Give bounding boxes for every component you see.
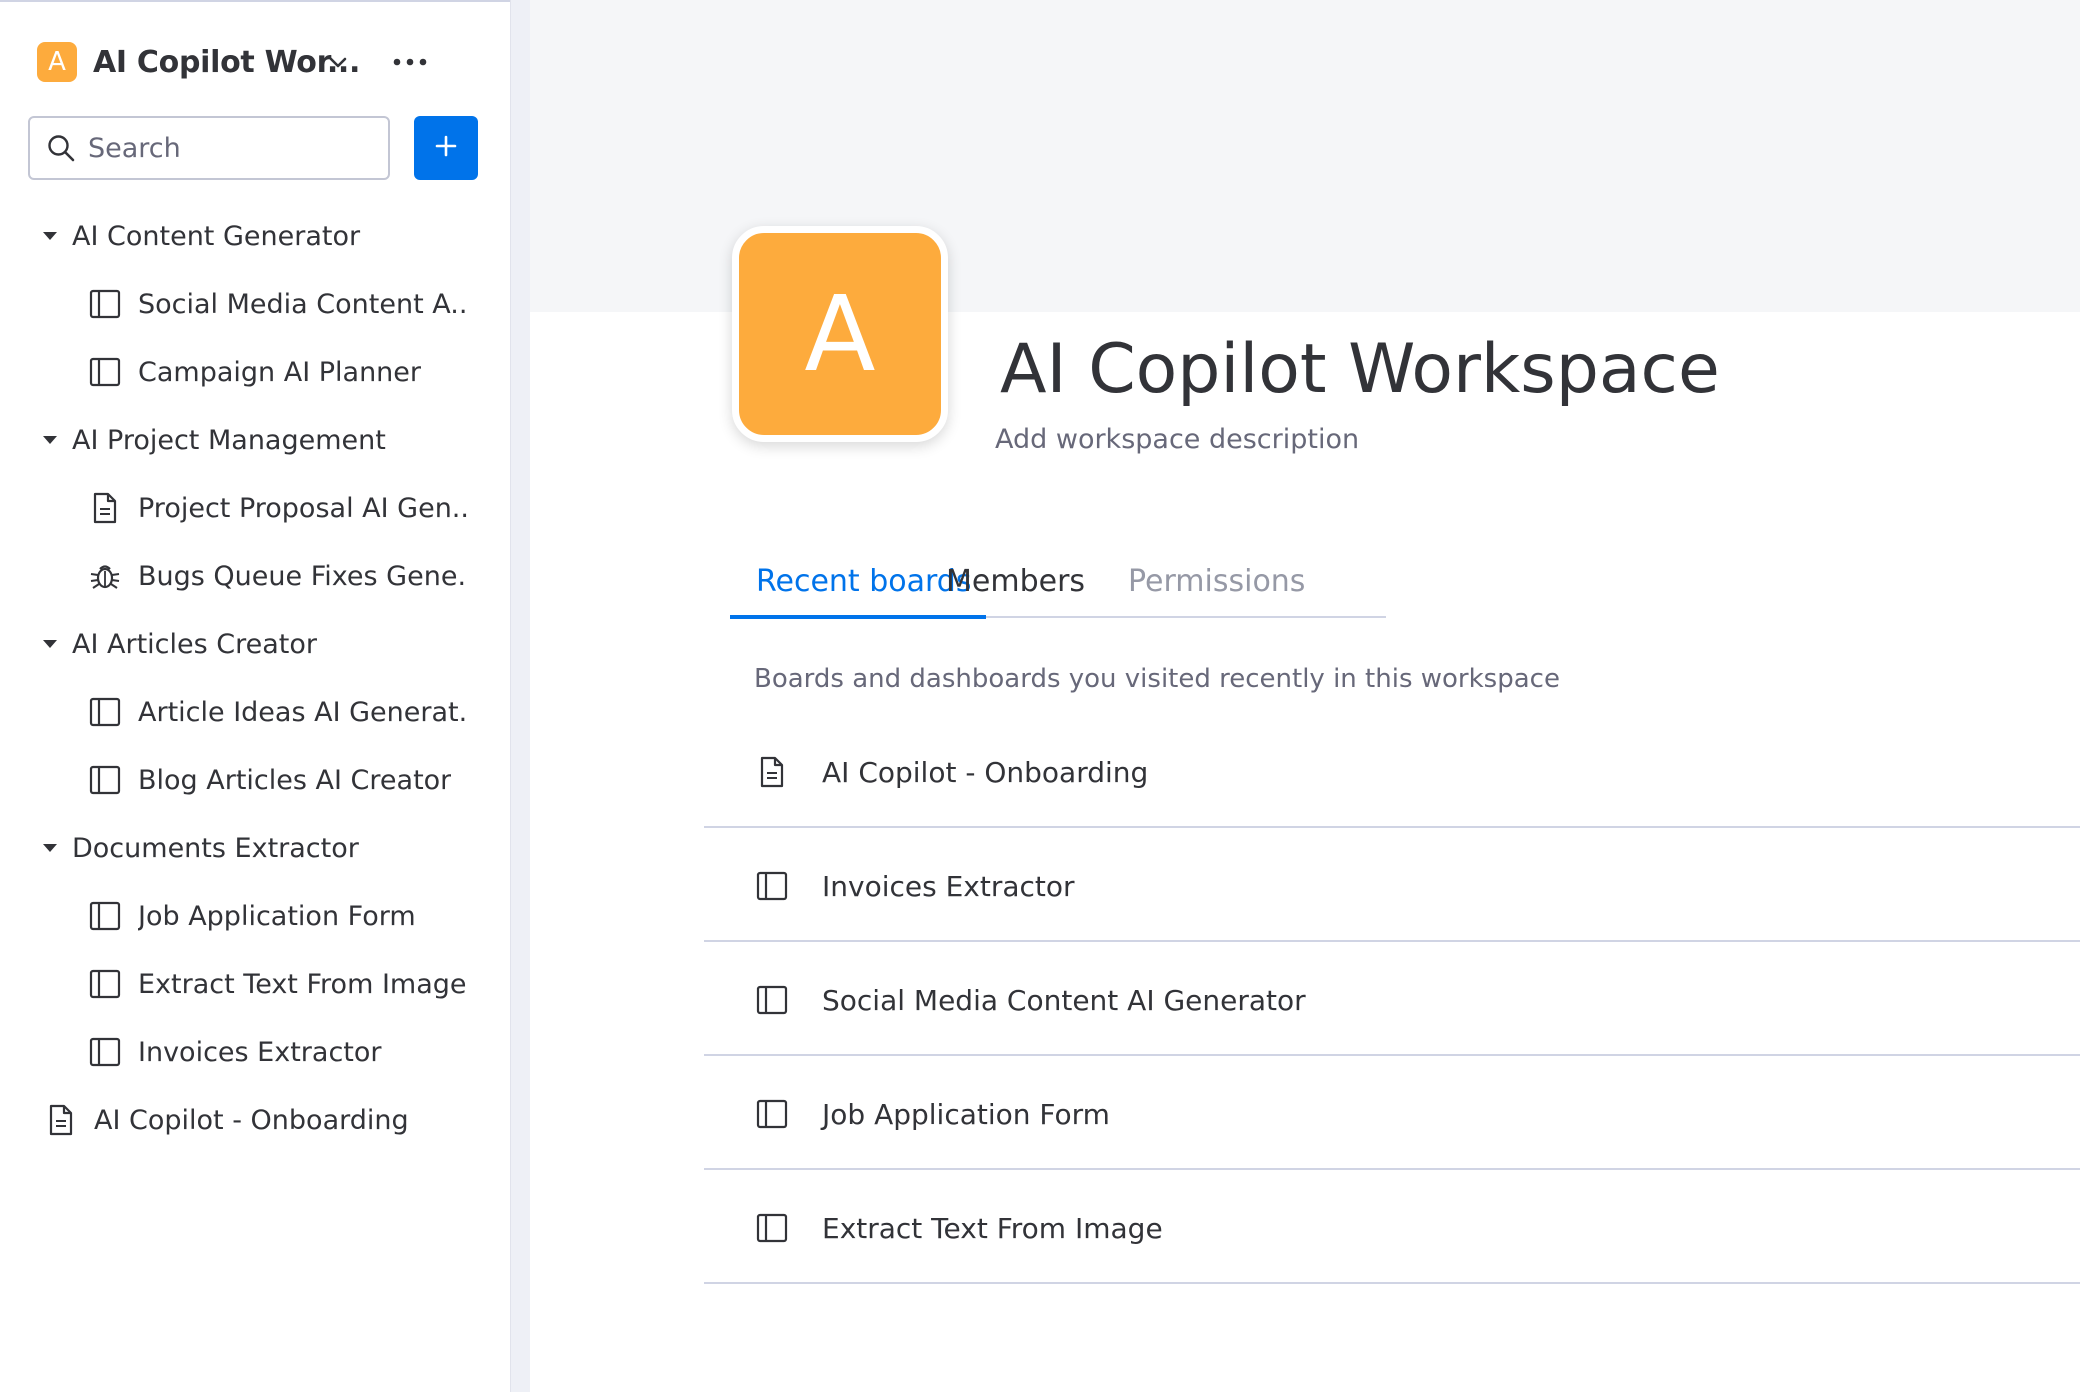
caret-down-icon[interactable] — [40, 838, 60, 858]
board-icon — [754, 982, 790, 1018]
doc-icon — [88, 491, 122, 525]
doc-icon — [44, 1103, 78, 1137]
search-icon — [46, 133, 76, 163]
tab-permissions[interactable]: Permissions — [1128, 564, 1305, 599]
board-icon — [88, 287, 122, 321]
sidebar-folder-documents-extractor[interactable]: Documents Extractor — [0, 814, 500, 882]
sidebar-folder-ai-project-management[interactable]: AI Project Management — [0, 406, 500, 474]
plus-icon — [434, 134, 458, 162]
sidebar-item-article-ideas-ai-generat[interactable]: Article Ideas AI Generat... — [0, 678, 500, 746]
sidebar: A AI Copilot Wor... AI Content Generator… — [0, 0, 512, 1392]
board-icon — [88, 967, 122, 1001]
chevron-down-icon[interactable] — [322, 46, 354, 78]
sidebar-item-extract-text-from-image[interactable]: Extract Text From Image — [0, 950, 500, 1018]
board-icon — [754, 1210, 790, 1246]
sidebar-folder-label: AI Project Management — [72, 424, 386, 456]
board-icon — [754, 868, 790, 904]
search-input[interactable] — [88, 132, 378, 164]
recent-board-label[interactable]: AI Copilot - Onboarding — [822, 756, 1148, 789]
workspace-description[interactable]: Add workspace description — [995, 424, 1359, 455]
board-icon — [88, 1035, 122, 1069]
recent-board-row[interactable]: Invoices Extractor — [704, 828, 2080, 942]
sidebar-folder-ai-content-generator[interactable]: AI Content Generator — [0, 202, 500, 270]
recent-boards-caption: Boards and dashboards you visited recent… — [754, 664, 1560, 694]
sidebar-item-label: Bugs Queue Fixes Gene... — [138, 560, 468, 592]
sidebar-item-project-proposal-ai-gen[interactable]: Project Proposal AI Gen... — [0, 474, 500, 542]
tab-members[interactable]: Members — [946, 564, 1085, 599]
sidebar-item-label: Invoices Extractor — [138, 1036, 382, 1068]
sidebar-item-invoices-extractor[interactable]: Invoices Extractor — [0, 1018, 500, 1086]
sidebar-item-label: Blog Articles AI Creator — [138, 764, 452, 796]
sidebar-item-campaign-ai-planner[interactable]: Campaign AI Planner — [0, 338, 500, 406]
sidebar-item-label: Project Proposal AI Gen... — [138, 492, 468, 524]
sidebar-item-label: Extract Text From Image — [138, 968, 467, 1000]
sidebar-item-blog-articles-ai-creator[interactable]: Blog Articles AI Creator — [0, 746, 500, 814]
caret-down-icon[interactable] — [40, 430, 60, 450]
sidebar-item-job-application-form[interactable]: Job Application Form — [0, 882, 500, 950]
board-icon — [754, 1096, 790, 1132]
recent-board-row[interactable]: Extract Text From Image — [704, 1170, 2080, 1284]
workspace-header-actions — [0, 42, 480, 82]
board-icon — [88, 695, 122, 729]
sidebar-folder-ai-articles-creator[interactable]: AI Articles Creator — [0, 610, 500, 678]
recent-board-row[interactable]: AI Copilot - Onboarding — [704, 714, 2080, 828]
recent-board-row[interactable]: Social Media Content AI Generator — [704, 942, 2080, 1056]
workspace-avatar[interactable]: A — [732, 226, 948, 442]
caret-down-icon[interactable] — [40, 226, 60, 246]
sidebar-item-label: Campaign AI Planner — [138, 356, 421, 388]
sidebar-folder-label: AI Content Generator — [72, 220, 361, 252]
sidebar-resize-handle[interactable] — [510, 0, 530, 1392]
sidebar-item-label: Article Ideas AI Generat... — [138, 696, 468, 728]
workspace-tabs: Recent boards Members Permissions — [730, 560, 1386, 619]
sidebar-folder-label: AI Articles Creator — [72, 628, 318, 660]
recent-board-row[interactable]: Job Application Form — [704, 1056, 2080, 1170]
recent-board-label[interactable]: Extract Text From Image — [822, 1212, 1163, 1245]
sidebar-item-ai-copilot-onboarding[interactable]: AI Copilot - Onboarding — [0, 1086, 500, 1154]
search-box[interactable] — [28, 116, 390, 180]
sidebar-item-social-media-content-a[interactable]: Social Media Content A... — [0, 270, 500, 338]
doc-icon — [754, 754, 790, 790]
add-button[interactable] — [414, 116, 478, 180]
caret-down-icon[interactable] — [40, 634, 60, 654]
board-icon — [88, 763, 122, 797]
sidebar-item-label: AI Copilot - Onboarding — [94, 1104, 409, 1136]
sidebar-item-label: Social Media Content A... — [138, 288, 468, 320]
board-icon — [88, 355, 122, 389]
recent-board-label[interactable]: Invoices Extractor — [822, 870, 1075, 903]
main-content: A AI Copilot Workspace Add workspace des… — [530, 0, 2080, 1392]
board-icon — [88, 899, 122, 933]
sidebar-folder-label: Documents Extractor — [72, 832, 359, 864]
sidebar-item-label: Job Application Form — [138, 900, 416, 932]
tab-recent-boards[interactable]: Recent boards — [756, 564, 971, 599]
recent-board-label[interactable]: Social Media Content AI Generator — [822, 984, 1306, 1017]
bug-icon — [88, 559, 122, 593]
page-title[interactable]: AI Copilot Workspace — [1000, 330, 1720, 409]
recent-board-label[interactable]: Job Application Form — [822, 1098, 1110, 1131]
active-tab-indicator — [730, 615, 986, 619]
sidebar-item-bugs-queue-fixes-gene[interactable]: Bugs Queue Fixes Gene... — [0, 542, 500, 610]
more-options-icon[interactable] — [390, 46, 430, 78]
